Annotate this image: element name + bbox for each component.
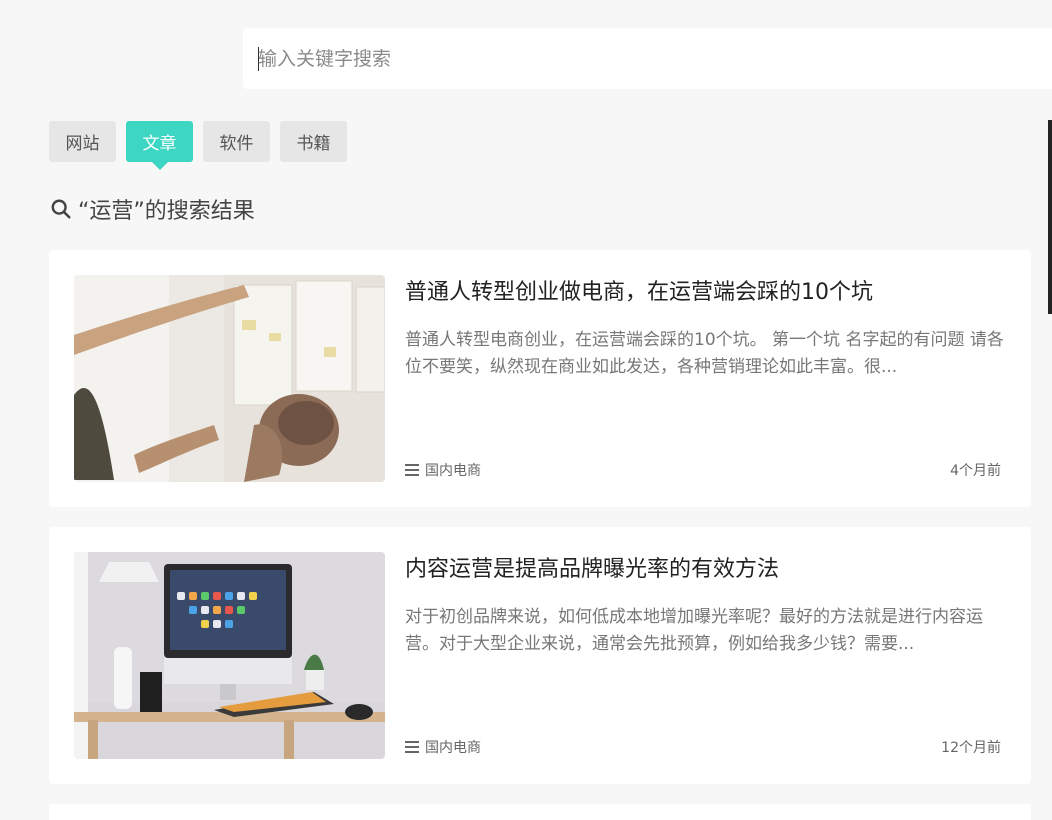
article-category[interactable]: 国内电商 bbox=[405, 737, 481, 757]
article-thumbnail[interactable] bbox=[74, 552, 385, 759]
menu-icon bbox=[405, 741, 419, 753]
result-heading: “运营”的搜索结果 bbox=[50, 193, 255, 225]
tab-books[interactable]: 书籍 bbox=[280, 121, 347, 162]
search-type-tabs: 网站 文章 软件 书籍 bbox=[49, 121, 347, 170]
tab-articles[interactable]: 文章 bbox=[126, 121, 193, 170]
article-excerpt: 普通人转型电商创业，在运营端会踩的10个坑。 第一个坑 名字起的有问题 请各位不… bbox=[405, 330, 1004, 377]
article-card-partial bbox=[49, 804, 1031, 820]
tab-software[interactable]: 软件 bbox=[203, 121, 270, 162]
search-icon bbox=[51, 199, 71, 219]
article-category-label[interactable]: 国内电商 bbox=[425, 737, 481, 757]
article-time: 12个月前 bbox=[941, 740, 1001, 756]
article-time: 4个月前 bbox=[950, 463, 1001, 479]
article-category[interactable]: 国内电商 bbox=[405, 460, 481, 480]
text-caret bbox=[258, 47, 259, 71]
search-box bbox=[243, 28, 1052, 89]
side-panel-edge bbox=[1048, 120, 1052, 314]
search-input[interactable] bbox=[243, 28, 1052, 89]
article-image bbox=[74, 552, 385, 759]
article-card[interactable]: 内容运营是提高品牌曝光率的有效方法 对于初创品牌来说，如何低成本地增加曝光率呢？… bbox=[49, 527, 1031, 784]
menu-icon bbox=[405, 464, 419, 476]
article-image bbox=[74, 275, 385, 482]
article-title[interactable]: 普通人转型创业做电商，在运营端会踩的10个坑 bbox=[405, 277, 1005, 309]
article-title[interactable]: 内容运营是提高品牌曝光率的有效方法 bbox=[405, 554, 1005, 586]
tab-websites[interactable]: 网站 bbox=[49, 121, 116, 162]
article-thumbnail[interactable] bbox=[74, 275, 385, 482]
search-results-page: 网站 文章 软件 书籍 “运营”的搜索结果 bbox=[0, 0, 1052, 820]
result-heading-text: “运营”的搜索结果 bbox=[78, 199, 255, 224]
article-category-label[interactable]: 国内电商 bbox=[425, 460, 481, 480]
article-card[interactable]: 普通人转型创业做电商，在运营端会踩的10个坑 普通人转型电商创业，在运营端会踩的… bbox=[49, 250, 1031, 507]
article-excerpt: 对于初创品牌来说，如何低成本地增加曝光率呢？最好的方法就是进行内容运营。对于大型… bbox=[405, 607, 983, 654]
